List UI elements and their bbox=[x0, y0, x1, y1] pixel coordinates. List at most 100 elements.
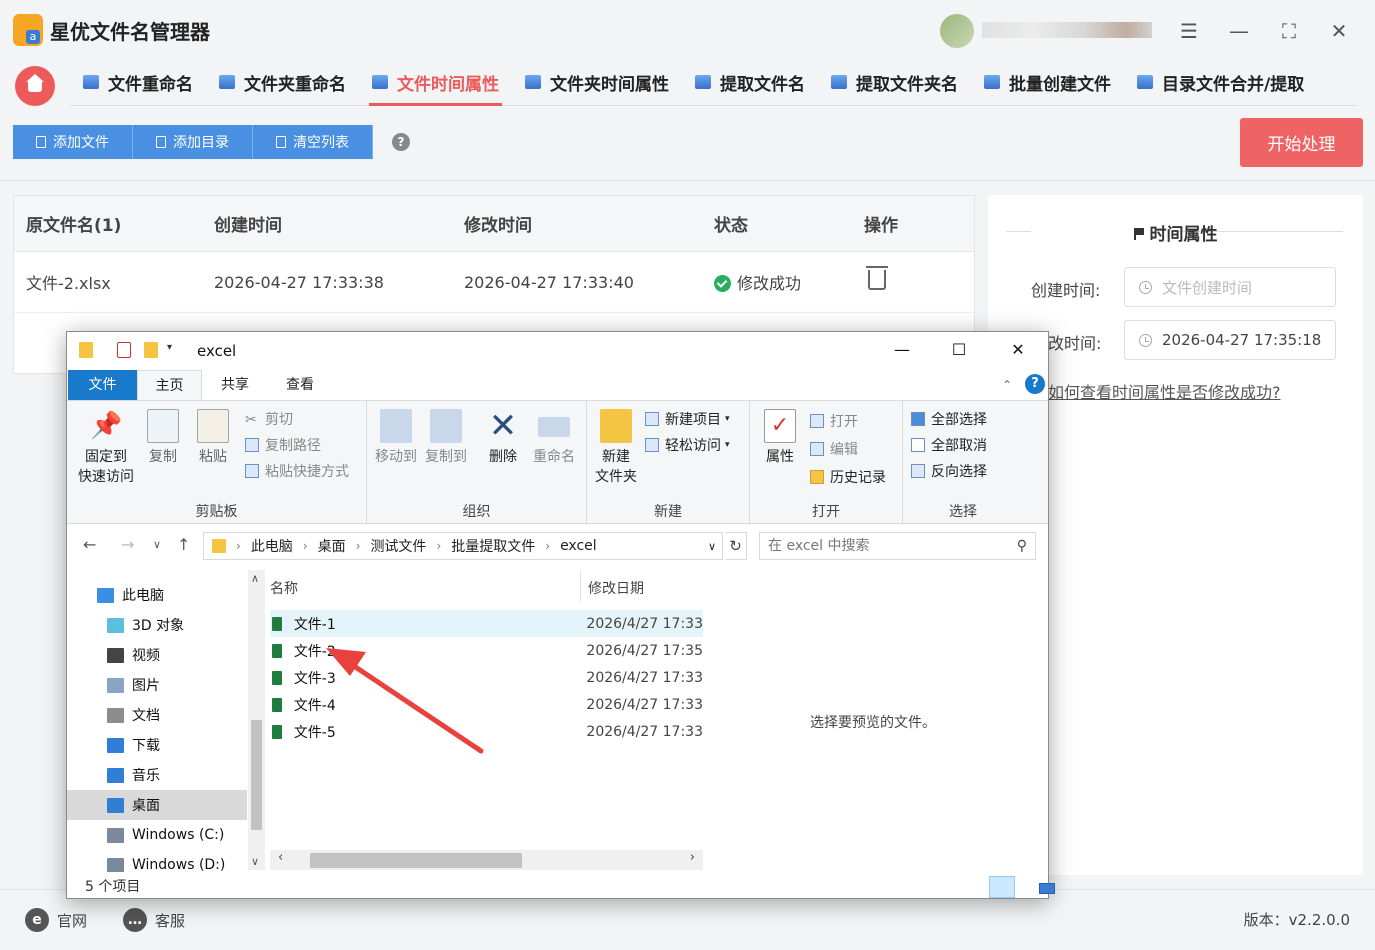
copy-button[interactable]: 复制 bbox=[143, 409, 183, 467]
file-row[interactable]: 文件-3 2026/4/27 17:33 bbox=[270, 664, 703, 691]
ribbon-tab-home[interactable]: 主页 bbox=[137, 370, 202, 400]
tab-file-rename[interactable]: 文件重命名 bbox=[70, 62, 206, 102]
home-button[interactable] bbox=[15, 66, 55, 106]
tab-batch-create[interactable]: 批量创建文件 bbox=[971, 62, 1124, 102]
avatar[interactable] bbox=[940, 14, 974, 48]
nav-music[interactable]: 音乐 bbox=[107, 760, 247, 790]
ribbon-tab-view[interactable]: 查看 bbox=[272, 370, 328, 400]
up-icon[interactable]: ↑ bbox=[177, 535, 190, 554]
search-input[interactable]: 在 excel 中搜索 ⚲ bbox=[759, 532, 1036, 560]
easy-access-button[interactable]: 轻松访问 ▾ bbox=[645, 435, 730, 455]
recent-dropdown-icon[interactable]: ∨ bbox=[153, 538, 161, 551]
paste-button[interactable]: 粘贴 bbox=[193, 409, 233, 467]
tab-folder-rename[interactable]: 文件夹重命名 bbox=[206, 62, 359, 102]
nav-this-pc[interactable]: 此电脑 bbox=[97, 580, 237, 610]
nav-desktop[interactable]: 桌面 bbox=[67, 790, 247, 820]
paste-shortcut-button[interactable]: 粘贴快捷方式 bbox=[245, 461, 349, 481]
rename-button[interactable]: 重命名 bbox=[531, 409, 577, 467]
nav-3d-objects[interactable]: 3D 对象 bbox=[107, 610, 247, 640]
excel-file-icon bbox=[272, 697, 282, 712]
nav-videos[interactable]: 视频 bbox=[107, 640, 247, 670]
modified-time-input[interactable]: 2026-04-27 17:35:18 bbox=[1124, 320, 1336, 360]
clear-list-button[interactable]: 清空列表 bbox=[253, 125, 373, 159]
open-button[interactable]: 打开 bbox=[810, 411, 858, 431]
file-row[interactable]: 文件-1 2026/4/27 17:33 bbox=[270, 610, 703, 637]
properties-button[interactable]: ✓ 属性 bbox=[758, 409, 802, 467]
ribbon-tab-share[interactable]: 共享 bbox=[207, 370, 263, 400]
file-row[interactable]: 文件-2 2026/4/27 17:35 bbox=[270, 637, 703, 664]
table-row[interactable]: 文件-2.xlsx 2026-04-27 17:33:38 2026-04-27… bbox=[14, 252, 974, 313]
quick-access-dropdown-icon[interactable]: ▾ bbox=[167, 342, 172, 358]
column-name[interactable]: 名称 bbox=[270, 578, 298, 598]
select-all-button[interactable]: 全部选择 bbox=[911, 409, 987, 429]
delete-icon[interactable] bbox=[866, 266, 888, 290]
breadcrumb-item[interactable]: 批量提取文件 bbox=[451, 536, 535, 556]
file-list-scrollbar[interactable]: ‹ › bbox=[270, 850, 703, 870]
scroll-left-icon[interactable]: ‹ bbox=[278, 850, 283, 865]
edit-button[interactable]: 编辑 bbox=[810, 439, 858, 459]
nav-scrollbar[interactable]: ∧ ∨ bbox=[248, 570, 265, 870]
scroll-up-icon[interactable]: ∧ bbox=[251, 572, 259, 585]
minimize-icon[interactable]: — bbox=[1224, 16, 1254, 46]
nav-downloads[interactable]: 下载 bbox=[107, 730, 247, 760]
settings-icon[interactable]: ☰ bbox=[1174, 16, 1204, 46]
nav-drive-c[interactable]: Windows (C:) bbox=[107, 820, 247, 850]
website-link[interactable]: e 官网 bbox=[25, 908, 87, 932]
breadcrumb-item[interactable]: 测试文件 bbox=[370, 536, 426, 556]
scroll-thumb[interactable] bbox=[310, 853, 522, 868]
details-view-icon[interactable] bbox=[989, 876, 1015, 898]
file-row[interactable]: 文件-5 2026/4/27 17:33 bbox=[270, 718, 703, 745]
history-button[interactable]: 历史记录 bbox=[810, 467, 886, 487]
tab-folder-time[interactable]: 文件夹时间属性 bbox=[512, 62, 682, 102]
scroll-thumb[interactable] bbox=[251, 720, 262, 830]
start-processing-button[interactable]: 开始处理 bbox=[1240, 118, 1363, 167]
nav-pictures[interactable]: 图片 bbox=[107, 670, 247, 700]
breadcrumb-item[interactable]: 桌面 bbox=[318, 536, 346, 556]
cut-button[interactable]: ✂ 剪切 bbox=[245, 409, 293, 429]
invert-selection-button[interactable]: 反向选择 bbox=[911, 461, 987, 481]
tab-extract-foldername[interactable]: 提取文件夹名 bbox=[818, 62, 971, 102]
nav-documents[interactable]: 文档 bbox=[107, 700, 247, 730]
forward-icon[interactable]: → bbox=[121, 535, 134, 554]
column-separator[interactable] bbox=[580, 570, 581, 602]
close-icon[interactable]: ✕ bbox=[1324, 16, 1354, 46]
delete-button[interactable]: ✕ 删除 bbox=[483, 409, 523, 467]
explorer-maximize-icon[interactable]: ☐ bbox=[939, 338, 979, 362]
breadcrumb-item[interactable]: excel bbox=[560, 538, 597, 554]
file-row[interactable]: 文件-4 2026/4/27 17:33 bbox=[270, 691, 703, 718]
nav-drive-d[interactable]: Windows (D:) bbox=[107, 850, 247, 872]
explorer-minimize-icon[interactable]: — bbox=[882, 338, 922, 362]
new-folder-quick-icon[interactable] bbox=[144, 342, 158, 358]
customer-service-link[interactable]: … 客服 bbox=[123, 908, 185, 932]
move-to-button[interactable]: 移动到 bbox=[373, 409, 419, 467]
explorer-close-icon[interactable]: ✕ bbox=[998, 338, 1038, 362]
help-link[interactable]: 如何查看时间属性是否修改成功? bbox=[1048, 379, 1281, 403]
scroll-down-icon[interactable]: ∨ bbox=[251, 855, 259, 868]
maximize-icon[interactable]: ⛶ bbox=[1274, 16, 1304, 46]
scroll-right-icon[interactable]: › bbox=[690, 850, 695, 865]
pin-quick-access-button[interactable]: 📌 固定到 快速访问 bbox=[75, 409, 137, 487]
explorer-help-icon[interactable]: ? bbox=[1025, 374, 1045, 394]
large-icons-view-icon[interactable] bbox=[1017, 876, 1055, 898]
select-none-button[interactable]: 全部取消 bbox=[911, 435, 987, 455]
back-icon[interactable]: ← bbox=[83, 535, 96, 554]
address-bar[interactable]: › 此电脑 › 桌面 › 测试文件 › 批量提取文件 › excel ∨ bbox=[203, 532, 723, 560]
ribbon-tab-file[interactable]: 文件 bbox=[68, 370, 137, 400]
copy-path-button[interactable]: 复制路径 bbox=[245, 435, 321, 455]
refresh-icon[interactable]: ↻ bbox=[725, 532, 747, 560]
column-date[interactable]: 修改日期 bbox=[588, 578, 644, 598]
help-icon[interactable]: ? bbox=[392, 133, 410, 151]
add-directory-button[interactable]: 添加目录 bbox=[133, 125, 253, 159]
copy-to-button[interactable]: 复制到 bbox=[423, 409, 469, 467]
properties-quick-icon[interactable] bbox=[117, 342, 131, 358]
add-file-button[interactable]: 添加文件 bbox=[13, 125, 133, 159]
collapse-ribbon-icon[interactable]: ⌃ bbox=[997, 370, 1017, 400]
new-folder-button[interactable]: 新建 文件夹 bbox=[593, 409, 639, 487]
created-time-input[interactable]: 文件创建时间 bbox=[1124, 267, 1336, 307]
new-item-button[interactable]: 新建项目 ▾ bbox=[645, 409, 730, 429]
breadcrumb-item[interactable]: 此电脑 bbox=[251, 536, 293, 556]
tab-file-time[interactable]: 文件时间属性 bbox=[359, 62, 512, 106]
address-dropdown-icon[interactable]: ∨ bbox=[708, 540, 716, 553]
tab-extract-filename[interactable]: 提取文件名 bbox=[682, 62, 818, 102]
tab-merge-extract[interactable]: 目录文件合并/提取 bbox=[1124, 62, 1317, 102]
